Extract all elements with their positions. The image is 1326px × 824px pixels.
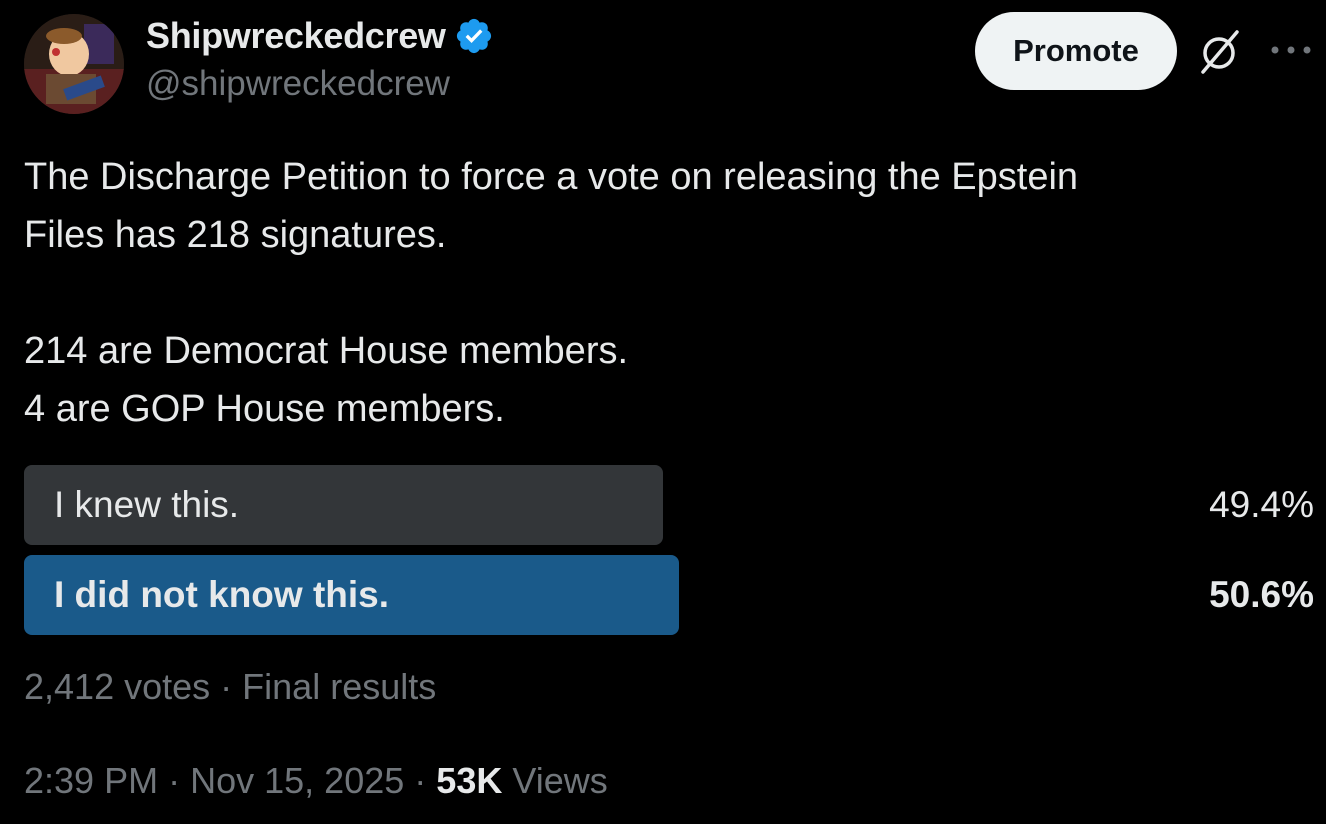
author-name-row[interactable]: Shipwreckedcrew [146, 14, 494, 58]
cartoon-character-avatar-icon [24, 14, 124, 114]
author-handle[interactable]: @shipwreckedcrew [146, 64, 450, 104]
poll-option-label: I knew this. [54, 484, 240, 525]
views-count: 53K [436, 760, 503, 801]
display-name[interactable]: Shipwreckedcrew [146, 15, 446, 57]
verified-badge-icon [456, 18, 491, 54]
promote-button[interactable]: Promote [975, 12, 1177, 90]
tweet-line-blank [24, 264, 1304, 322]
poll-votes: 2,412 votes [24, 666, 211, 707]
avatar[interactable] [24, 14, 124, 114]
slashed-circle-icon[interactable] [1195, 28, 1243, 76]
ellipsis-icon[interactable] [1268, 38, 1314, 62]
separator: · [220, 666, 233, 707]
tweet-line: Files has 218 signatures. [24, 214, 447, 256]
poll-option-label: I did not know this. [54, 574, 390, 615]
views-label: Views [512, 760, 608, 801]
separator: · [414, 760, 427, 801]
tweet-line: The Discharge Petition to force a vote o… [24, 156, 1079, 198]
tweet-time[interactable]: 2:39 PM [24, 760, 158, 801]
tweet-text: The Discharge Petition to force a vote o… [24, 148, 1304, 438]
tweet-line: 4 are GOP House members. [24, 388, 505, 430]
poll-option-1: I knew this. 49.4% [24, 465, 1314, 545]
tweet-line: 214 are Democrat House members. [24, 330, 629, 372]
poll-meta: 2,412 votes · Final results [24, 666, 436, 708]
poll-status: Final results [242, 666, 437, 707]
poll-option-percent: 49.4% [1209, 484, 1314, 525]
tweet-date[interactable]: Nov 15, 2025 [190, 760, 404, 801]
poll-option-2: I did not know this. 50.6% [24, 555, 1314, 635]
poll-option-percent: 50.6% [1209, 574, 1314, 615]
separator: · [168, 760, 181, 801]
timestamp-row: 2:39 PM · Nov 15, 2025 · 53K Views [24, 760, 608, 802]
